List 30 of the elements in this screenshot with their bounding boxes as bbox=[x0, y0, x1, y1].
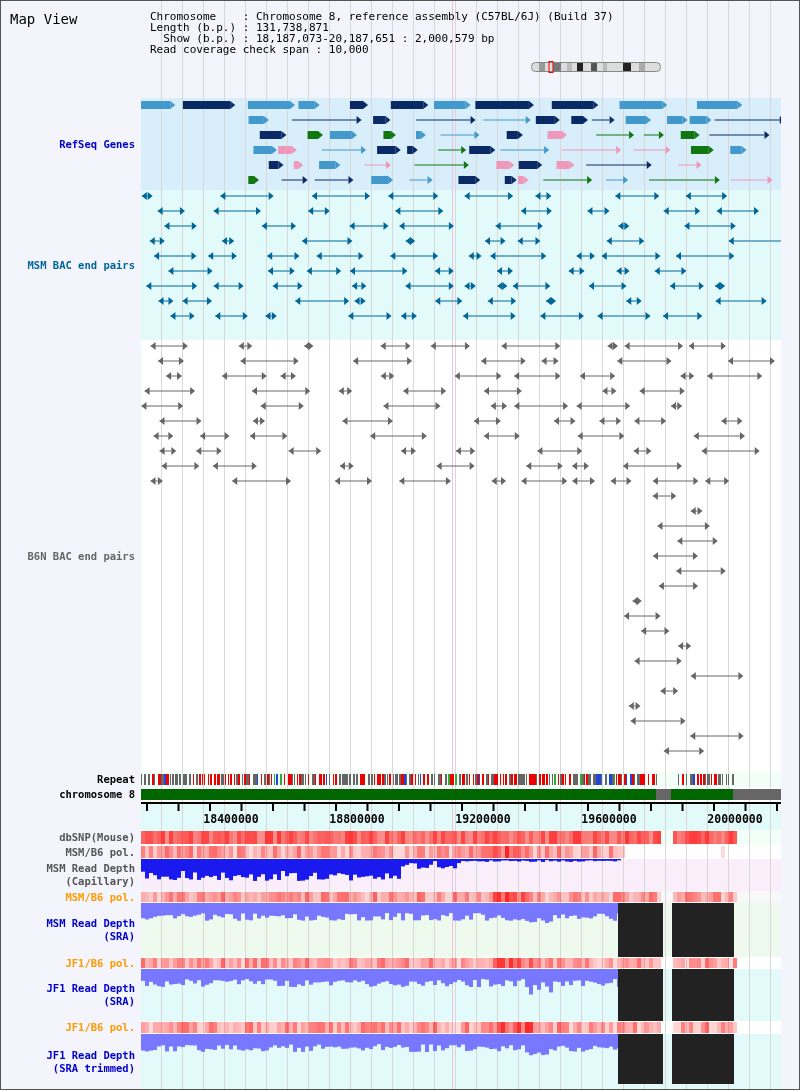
track-label: dbSNP(Mouse) bbox=[59, 831, 135, 844]
track-label: JF1/B6 pol. bbox=[65, 957, 135, 970]
info-line: Show (b.p.) : 18,187,073-20,187,651 : 2,000,579 bp bbox=[163, 33, 496, 44]
axis-tick-label: 20000000 bbox=[707, 812, 763, 826]
axis-tick-label: 19200000 bbox=[455, 812, 511, 826]
track-label: JF1 Read Depth (SRA) bbox=[46, 982, 135, 1008]
gap-block bbox=[618, 903, 663, 957]
gap-block bbox=[672, 969, 734, 1021]
track-label: Repeat bbox=[97, 773, 135, 786]
axis-tick-label: 18800000 bbox=[329, 812, 385, 826]
track-label: MSM BAC end pairs bbox=[27, 258, 135, 272]
track-label: MSM Read Depth (SRA) bbox=[46, 917, 135, 943]
track-label: MSM/B6 pol. bbox=[65, 891, 135, 904]
track-label: JF1/B6 pol. bbox=[65, 1021, 135, 1034]
track-label: MSM Read Depth (Capillary) bbox=[46, 862, 135, 888]
gap-block bbox=[618, 1034, 663, 1084]
gap-block bbox=[618, 969, 663, 1021]
info-line: Read coverage check span : 10,000 bbox=[150, 44, 370, 55]
axis-tick-label: 18400000 bbox=[203, 812, 259, 826]
info-line: Length (b.p.) : 131,738,871 bbox=[150, 22, 330, 33]
track-label: MSM/B6 pol. bbox=[65, 845, 135, 859]
axis-tick-label: 19600000 bbox=[581, 812, 637, 826]
map-title: Map View bbox=[10, 11, 78, 27]
track-label: JF1 Read Depth (SRA trimmed) bbox=[46, 1048, 135, 1075]
info-line: Chromosome : Chromosome 8, reference assembly (C57BL/6J) (Build 37) bbox=[150, 11, 615, 22]
track-label: B6N BAC end pairs bbox=[27, 549, 135, 563]
track-label: chromosome 8 bbox=[59, 788, 135, 801]
gap-block bbox=[672, 903, 734, 957]
gap-block bbox=[672, 1034, 734, 1084]
track-label: RefSeq Genes bbox=[59, 137, 135, 151]
